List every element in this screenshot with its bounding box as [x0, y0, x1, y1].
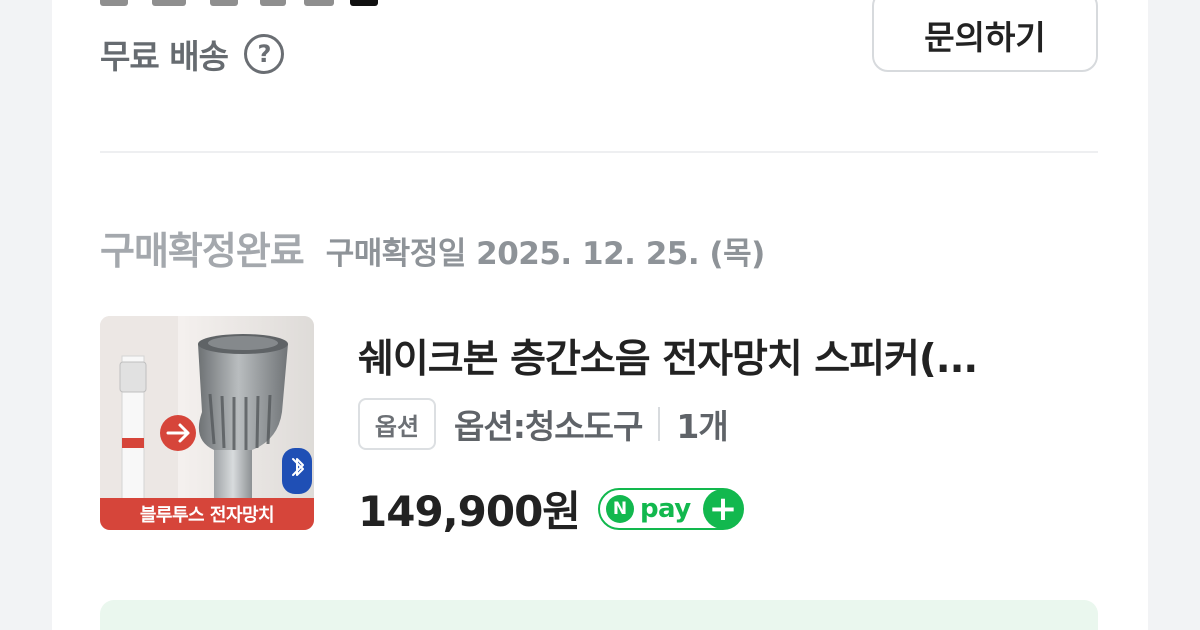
product-title[interactable]: 쉐이크본 층간소음 전자망치 스피커(... — [358, 328, 1078, 384]
price-row: 149,900원 N pay + — [358, 478, 744, 539]
cut-off-text — [100, 0, 390, 6]
product-price: 149,900원 — [358, 487, 581, 536]
option-value: 옵션:청소도구 — [454, 407, 643, 446]
npay-label: pay — [639, 493, 691, 524]
npay-badge: N pay + — [597, 487, 744, 530]
order-status-title: 구매확정완료 — [100, 229, 305, 273]
shipping-info: 무료 배송 ? — [100, 30, 284, 78]
option-row: 옵션 옵션:청소도구 1개 — [358, 398, 729, 450]
npay-n-logo: N — [605, 494, 634, 523]
quantity: 1개 — [676, 407, 728, 446]
purchase-confirmation-date: 구매확정일 2025. 12. 25. (목) — [325, 236, 766, 272]
thumbnail-caption: 블루투스 전자망치 — [100, 498, 314, 530]
section-divider — [100, 151, 1098, 153]
option-badge: 옵션 — [358, 398, 436, 450]
option-separator — [658, 407, 661, 441]
order-card: 무료 배송 ? 문의하기 구매확정완료 구매확정일 2025. 12. 25. … — [52, 0, 1148, 630]
question-circle-icon[interactable]: ? — [243, 34, 284, 74]
green-info-panel — [100, 600, 1098, 630]
product-thumbnail[interactable]: 블루투스 전자망치 — [100, 316, 314, 530]
inquiry-button[interactable]: 문의하기 — [872, 0, 1098, 72]
plus-icon: + — [702, 488, 743, 529]
shipping-label: 무료 배송 — [100, 37, 229, 76]
order-status-row: 구매확정완료 구매확정일 2025. 12. 25. (목) — [100, 220, 765, 275]
